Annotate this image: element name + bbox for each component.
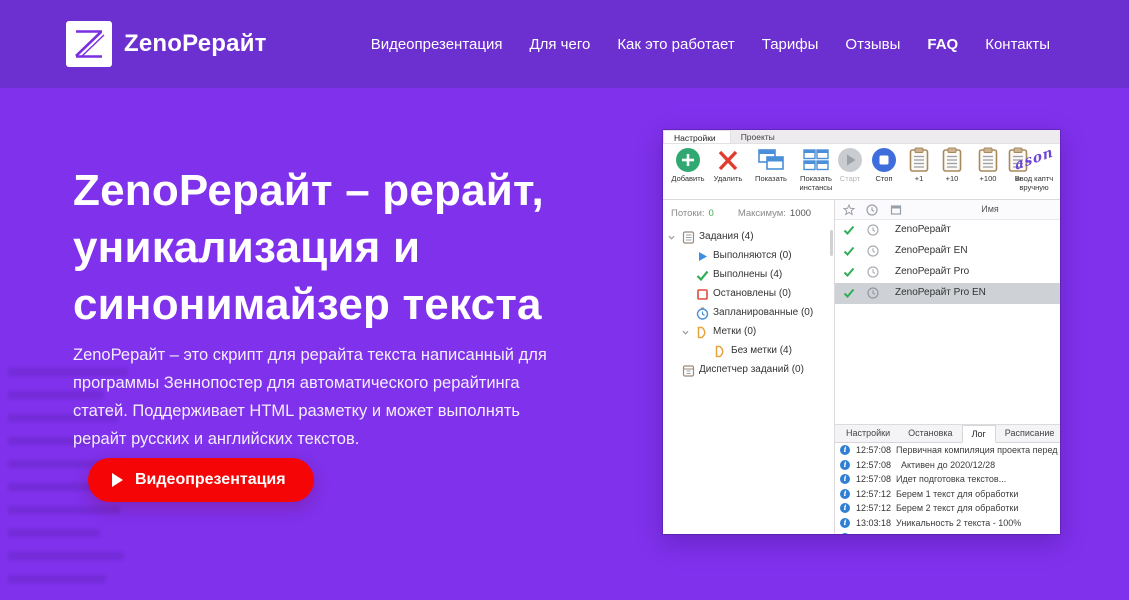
label-tag-icon	[696, 326, 709, 339]
zennoposter-app-window: Настройки Проекты Добавить Удалить Показ…	[663, 130, 1060, 534]
tab-settings[interactable]: Настройки	[663, 130, 731, 143]
cta-label: Видеопрезентация	[135, 471, 286, 489]
threads-status-bar: Потоки: 0 Максимум: 1000	[663, 208, 834, 219]
background-noise	[8, 552, 124, 560]
nav-reviews[interactable]: Отзывы	[845, 36, 900, 53]
clock-icon	[867, 224, 879, 236]
log-tab-log[interactable]: Лог	[962, 425, 996, 443]
nav-contacts[interactable]: Контакты	[985, 36, 1050, 53]
task-list-header: Имя	[835, 200, 1060, 220]
max-value: 1000	[790, 208, 811, 219]
max-label: Максимум:	[738, 208, 786, 219]
tree-item-no-label[interactable]: Без метки (4)	[663, 342, 834, 361]
expander-icon[interactable]	[668, 234, 675, 241]
expander-icon[interactable]	[682, 329, 689, 336]
video-presentation-button[interactable]: Видеопрезентация	[88, 458, 314, 502]
tree-scrollbar[interactable]	[830, 230, 833, 256]
log-tab-bar: Настройки Остановка Лог Расписание	[835, 425, 1060, 443]
tree-item-task-dispatcher[interactable]: Диспетчер заданий (0)	[663, 361, 834, 380]
toolbar-manual-captcha-button[interactable]: ason Ввод каптч вручную	[1007, 147, 1060, 192]
clock-icon	[867, 287, 879, 299]
tree-item-stopped[interactable]: Остановлены (0)	[663, 285, 834, 304]
app-toolbar: Добавить Удалить Показать Показать инста…	[663, 144, 1060, 200]
tree-item-running[interactable]: Выполняются (0)	[663, 247, 834, 266]
task-row-selected[interactable]: ZenoРерайт Pro EN	[835, 283, 1060, 304]
check-icon	[843, 266, 855, 278]
info-icon: i	[840, 460, 850, 470]
tree-item-tasks[interactable]: Задания (4)	[663, 228, 834, 247]
log-row: i 12:57:08 Первичная компиляция проекта …	[835, 443, 1060, 458]
site-header: ZenoРерайт Видеопрезентация Для чего Как…	[0, 0, 1129, 88]
threads-label: Потоки:	[671, 208, 705, 219]
log-row: i 12:57:08 Идет подготовка текстов...	[835, 472, 1060, 487]
tab-projects[interactable]: Проекты	[731, 130, 789, 143]
tasks-tree: Задания (4) Выполняются (0) Выполнены (4…	[663, 228, 834, 380]
captcha-scribble-icon: ason	[1007, 147, 1060, 174]
info-icon: i	[840, 533, 850, 534]
main-nav: Видеопрезентация Для чего Как это работа…	[371, 0, 1050, 88]
tree-item-scheduled[interactable]: Запланированные (0)	[663, 304, 834, 323]
background-noise	[8, 575, 106, 583]
log-row: i 12:57:12 Берем 2 текст для обработки	[835, 501, 1060, 516]
info-icon: i	[840, 518, 850, 528]
nav-how-it-works[interactable]: Как это работает	[617, 36, 734, 53]
title-line-3: синонимайзер текста	[73, 280, 542, 329]
check-icon	[843, 287, 855, 299]
title-line-1: ZenoРерайт – рерайт,	[73, 166, 544, 215]
stopped-square-icon	[696, 288, 709, 301]
title-line-2: уникализация и	[73, 223, 420, 272]
scheduled-clock-icon	[696, 307, 709, 320]
logo-z-icon	[66, 21, 112, 67]
background-noise	[8, 529, 100, 537]
background-noise	[8, 506, 120, 514]
threads-value: 0	[709, 208, 714, 219]
info-icon: i	[840, 503, 850, 513]
nav-video-presentation[interactable]: Видеопрезентация	[371, 36, 503, 53]
log-panel: Настройки Остановка Лог Расписание i 12:…	[835, 424, 1060, 534]
nav-pricing[interactable]: Тарифы	[762, 36, 819, 53]
completed-check-icon	[696, 269, 709, 282]
info-icon: i	[840, 474, 850, 484]
log-row: i 13:03:20 Пустая папка с текстами.	[835, 531, 1060, 534]
tree-item-completed[interactable]: Выполнены (4)	[663, 266, 834, 285]
task-row[interactable]: ZenoРерайт EN	[835, 241, 1060, 262]
clock-icon	[867, 245, 879, 257]
log-tab-schedule[interactable]: Расписание	[996, 425, 1060, 442]
page-title: ZenoРерайт – рерайт, уникализация и сино…	[73, 162, 544, 333]
clock-column-icon[interactable]	[866, 204, 878, 216]
window-column-icon[interactable]	[890, 204, 902, 216]
tasks-list-icon	[682, 231, 695, 244]
task-row[interactable]: ZenoРерайт	[835, 220, 1060, 241]
nav-what-for[interactable]: Для чего	[529, 36, 590, 53]
log-row: i 13:03:18 Уникальность 2 текста - 100%	[835, 516, 1060, 531]
info-icon: i	[840, 445, 850, 455]
log-tab-settings[interactable]: Настройки	[837, 425, 899, 442]
tasks-tree-panel: Потоки: 0 Максимум: 1000 Задания (4) Вып…	[663, 200, 835, 534]
log-tab-stop[interactable]: Остановка	[899, 425, 961, 442]
check-icon	[843, 224, 855, 236]
running-play-icon	[696, 250, 709, 263]
nav-faq[interactable]: FAQ	[927, 36, 958, 53]
clock-icon	[867, 266, 879, 278]
log-row: i 12:57:12 Берем 1 текст для обработки	[835, 487, 1060, 502]
task-row[interactable]: ZenoРерайт Pro	[835, 262, 1060, 283]
log-row: i 12:57:08 Активен до 2020/12/28	[835, 458, 1060, 473]
play-icon	[112, 473, 123, 487]
tree-item-labels[interactable]: Метки (0)	[663, 323, 834, 342]
hero-description: ZenoРерайт – это скрипт для рерайта текс…	[73, 341, 563, 453]
star-column-icon[interactable]	[843, 204, 855, 216]
name-column-header[interactable]: Имя	[955, 204, 1025, 214]
check-icon	[843, 245, 855, 257]
window-tab-bar: Настройки Проекты	[663, 130, 1060, 144]
dispatcher-calendar-icon	[682, 364, 695, 377]
brand-name: ZenoРерайт	[124, 30, 267, 58]
logo[interactable]: ZenoРерайт	[66, 21, 267, 67]
label-tag-icon	[714, 345, 727, 358]
info-icon: i	[840, 489, 850, 499]
log-rows: i 12:57:08 Первичная компиляция проекта …	[835, 443, 1060, 534]
